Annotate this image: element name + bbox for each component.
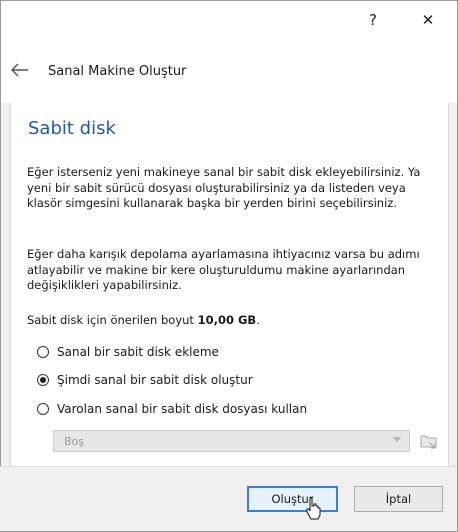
radio-button[interactable] (37, 403, 49, 415)
close-button[interactable]: ✕ (414, 7, 442, 33)
folder-icon (420, 435, 437, 449)
recommended-size-value: 10,00 GB (197, 313, 257, 327)
title-bar: ? ✕ (1, 1, 457, 41)
description-paragraph: Eğer isterseniz yeni makineye sanal bir … (27, 165, 421, 210)
recommended-size-suffix: . (256, 313, 260, 327)
help-button[interactable]: ? (359, 7, 387, 33)
choose-disk-file-button[interactable] (419, 430, 439, 452)
wizard-header: Sanal Makine Oluştur (1, 41, 457, 103)
chevron-down-icon (393, 437, 401, 442)
page-title: Sabit disk (28, 118, 116, 139)
radio-button[interactable] (37, 346, 49, 358)
radio-create-disk[interactable]: Şimdi sanal bir sabit disk oluştur (37, 371, 253, 389)
radio-label: Varolan sanal bir sabit disk dosyası kul… (57, 402, 308, 416)
radio-label: Sanal bir sabit disk ekleme (57, 345, 219, 359)
radio-no-disk[interactable]: Sanal bir sabit disk ekleme (37, 343, 219, 361)
existing-disk-select-value: Boş (64, 434, 85, 448)
advanced-storage-note: Eğer daha karışık depolama ayarlamasına … (27, 247, 420, 292)
recommended-size-label: Sabit disk için önerilen boyut (27, 313, 198, 327)
recommended-size-text: Sabit disk için önerilen boyut 10,00 GB. (27, 313, 435, 329)
radio-existing-disk[interactable]: Varolan sanal bir sabit disk dosyası kul… (37, 400, 307, 418)
wizard-title: Sanal Makine Oluştur (48, 64, 187, 79)
cancel-button[interactable]: İptal (354, 486, 443, 512)
back-arrow-icon[interactable] (11, 63, 29, 77)
radio-button-selected[interactable] (37, 374, 49, 386)
radio-label: Şimdi sanal bir sabit disk oluştur (57, 373, 253, 387)
existing-disk-select[interactable]: Boş (53, 430, 410, 452)
create-button[interactable]: Oluştur (247, 486, 338, 512)
